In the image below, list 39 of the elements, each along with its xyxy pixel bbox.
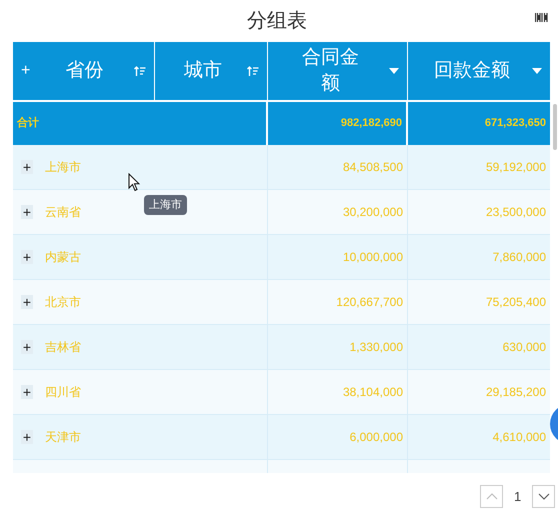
- sort-icon[interactable]: [247, 66, 259, 76]
- table-cell-text: 671,323,650: [484, 116, 546, 132]
- table-cell-text: 6,000,000: [350, 429, 403, 446]
- page-number: 1: [514, 488, 522, 506]
- table-cell-text: 38,104,000: [342, 384, 403, 401]
- table-cell-text: 982,182,690: [340, 116, 402, 132]
- page-title: 分组表: [247, 9, 307, 34]
- expand-button[interactable]: +: [21, 160, 33, 174]
- total-label: 合计: [17, 116, 39, 132]
- expand-all-button[interactable]: +: [21, 58, 35, 84]
- table-cell-text: 29,185,200: [486, 384, 546, 401]
- caret-icon[interactable]: [532, 68, 542, 74]
- table-cell-text: 1,330,000: [350, 339, 403, 356]
- chevron-down-icon: [538, 493, 550, 500]
- expand-button[interactable]: +: [21, 340, 33, 354]
- expand-button[interactable]: +: [21, 430, 33, 444]
- table-cell-text: 75,205,400: [486, 294, 546, 311]
- table-cell-text: 630,000: [502, 339, 546, 356]
- expand-button[interactable]: +: [21, 385, 33, 399]
- column-header[interactable]: 回款金额: [408, 42, 550, 100]
- tooltip: 上海市: [144, 195, 187, 215]
- table-cell-text: 23,500,000: [486, 204, 546, 221]
- table-cell-text: 4,610,000: [492, 429, 546, 446]
- sort-icon[interactable]: [134, 66, 146, 76]
- table-cell-text: 59,192,000: [486, 159, 546, 176]
- expand-button[interactable]: +: [21, 295, 33, 309]
- previous-page-button[interactable]: [480, 485, 503, 508]
- table-cell-text: 120,667,700: [336, 294, 403, 311]
- table-cell-text: 30,200,000: [342, 204, 403, 221]
- scrollbar-thumb[interactable]: [553, 104, 557, 150]
- table-cell-text: 84,508,500: [342, 159, 403, 176]
- expand-button[interactable]: +: [21, 250, 33, 264]
- expand-button[interactable]: +: [21, 205, 33, 219]
- caret-icon[interactable]: [389, 68, 399, 74]
- table-cell-text: 7,860,000: [492, 249, 546, 266]
- table-cell-text: 10,000,000: [342, 249, 403, 266]
- chevron-up-icon: [486, 493, 498, 500]
- next-page-button[interactable]: [532, 485, 556, 508]
- barcode-icon[interactable]: [535, 13, 548, 22]
